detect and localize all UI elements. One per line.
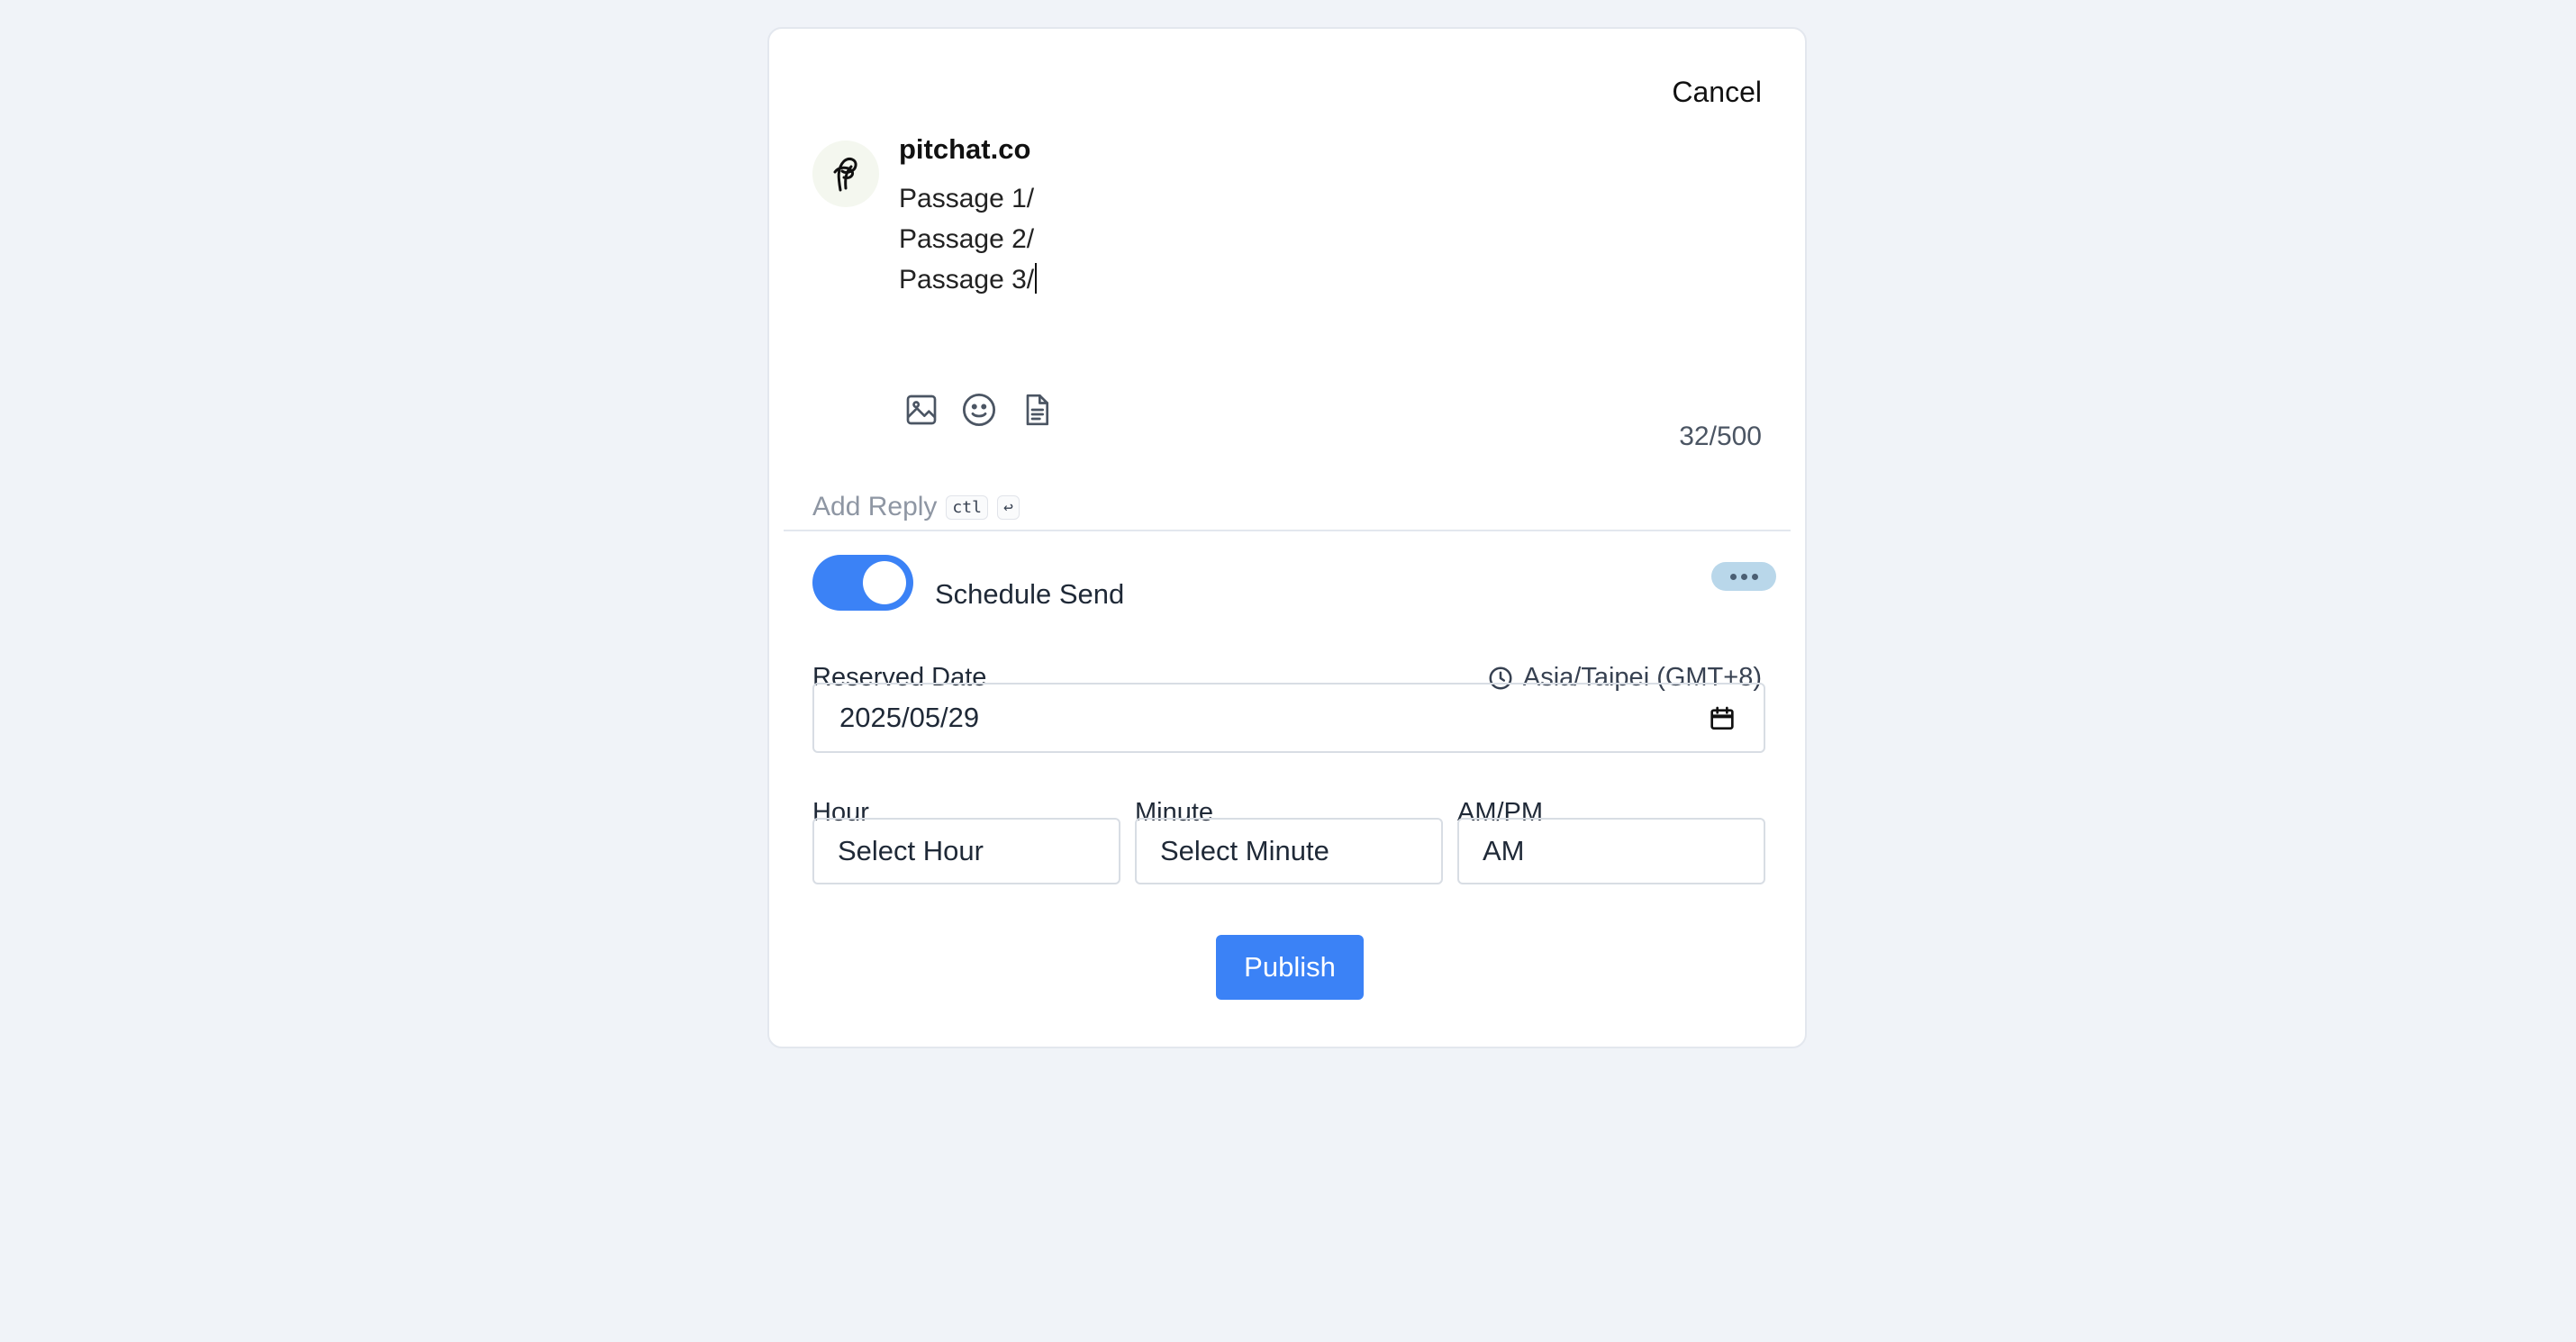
shortcut-enter-key: ↩ bbox=[996, 494, 1020, 520]
character-counter: 32/500 bbox=[1679, 422, 1762, 451]
toggle-knob bbox=[863, 561, 906, 604]
post-composer-card: Cancel pitchat.co Passage 1/ Passage 2/ … bbox=[767, 27, 1807, 1048]
add-reply-label: Add Reply bbox=[812, 492, 938, 521]
ampm-select-value: AM bbox=[1483, 835, 1525, 866]
avatar bbox=[812, 141, 879, 207]
hour-select[interactable]: Select Hour bbox=[812, 818, 1120, 884]
ampm-select[interactable]: AM bbox=[1457, 818, 1765, 884]
pitchat-logo-icon bbox=[833, 158, 857, 192]
post-line: Passage 2/ bbox=[899, 224, 1035, 254]
image-icon[interactable] bbox=[903, 391, 940, 429]
post-line: Passage 1/ bbox=[899, 184, 1035, 213]
text-caret bbox=[1035, 263, 1038, 294]
cancel-button[interactable]: Cancel bbox=[1672, 76, 1762, 109]
author-name: pitchat.co bbox=[899, 133, 1031, 165]
publish-button[interactable]: Publish bbox=[1216, 935, 1364, 1000]
emoji-icon[interactable] bbox=[960, 391, 998, 429]
composer-toolbar bbox=[903, 391, 1056, 429]
schedule-send-toggle[interactable] bbox=[812, 555, 913, 611]
post-line-current: Passage 3/ bbox=[899, 259, 1038, 300]
shortcut-ctl-key: ctl bbox=[946, 494, 988, 520]
add-reply-button[interactable]: Add Reply ctl ↩ bbox=[812, 492, 1020, 522]
more-dot bbox=[1751, 573, 1758, 580]
minute-select[interactable]: Select Minute bbox=[1135, 818, 1443, 884]
more-options-button[interactable] bbox=[1711, 562, 1776, 591]
post-line-text: Passage 3/ bbox=[899, 265, 1035, 295]
divider bbox=[784, 530, 1791, 531]
schedule-send-label: Schedule Send bbox=[935, 578, 1125, 610]
minute-select-value: Select Minute bbox=[1160, 835, 1329, 866]
post-text-area[interactable]: Passage 1/ Passage 2/ Passage 3/ bbox=[899, 178, 1038, 300]
more-dot bbox=[1729, 573, 1737, 580]
date-value: 2025/05/29 bbox=[839, 702, 980, 733]
document-icon[interactable] bbox=[1018, 391, 1056, 429]
calendar-icon[interactable] bbox=[1708, 704, 1737, 733]
more-dot bbox=[1740, 573, 1747, 580]
hour-select-value: Select Hour bbox=[838, 835, 984, 866]
reserved-date-input[interactable]: 2025/05/29 bbox=[812, 683, 1765, 753]
